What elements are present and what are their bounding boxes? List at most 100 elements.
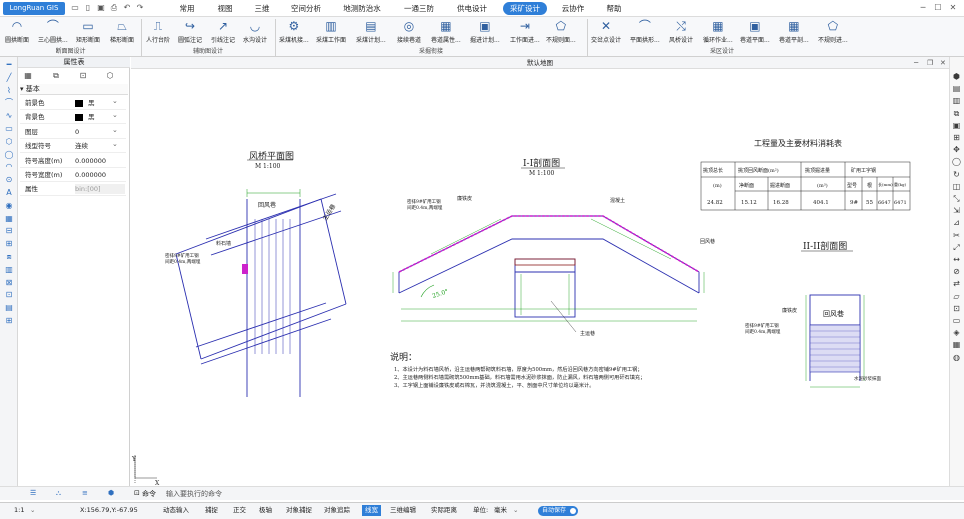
menu-item-9[interactable]: 帮助 [597, 2, 631, 15]
ribbon-button-irregular-face[interactable]: ⬠ 不规则面... [546, 19, 576, 47]
offset-icon[interactable]: ⧉ [951, 109, 962, 119]
ribbon-button-three-arc-section[interactable]: ⌒ 三心圆拱... [38, 19, 68, 47]
ribbon-button-face-progress[interactable]: ⇥ 工作面进... [510, 19, 540, 47]
status-toggle[interactable]: 动态输入 [163, 505, 189, 516]
tree-icon[interactable]: ⛬ [56, 489, 61, 498]
ribbon-button-cycle-work[interactable]: ▦ 循环作业... [703, 19, 733, 47]
text-tool-icon[interactable]: A [4, 188, 14, 197]
folder-icon[interactable]: ▭ [70, 3, 80, 13]
chevron-down-icon[interactable]: ⌄ [112, 111, 118, 119]
table-tool-icon[interactable]: ⧈ [4, 252, 14, 261]
stretch-icon[interactable]: ⤡ [951, 194, 962, 204]
mirror-icon[interactable]: ▥ [951, 96, 962, 106]
ribbon-button-junction-design[interactable]: ✕ 交岔点设计 [591, 19, 621, 47]
menu-item-5[interactable]: 一通三防 [397, 2, 441, 15]
status-toggle[interactable]: 极轴 [259, 505, 272, 516]
sphere-icon[interactable]: ◍ [951, 353, 962, 363]
property-row[interactable]: 图层 0 ⌄ [20, 125, 126, 139]
arc-tool-icon[interactable]: ⌒ [4, 98, 14, 107]
menu-item-4[interactable]: 地测防治水 [336, 2, 388, 15]
property-row[interactable]: 前景色 黑 ⌄ [20, 96, 126, 110]
grid-tool-icon[interactable]: ⊠ [4, 278, 14, 287]
spline-tool-icon[interactable]: ⌇ [4, 86, 14, 95]
chevron-down-icon[interactable]: ⌄ [112, 97, 118, 105]
property-row[interactable]: 线型符号 连续 ⌄ [20, 139, 126, 154]
status-toggle[interactable]: 正交 [233, 505, 246, 516]
property-value[interactable]: 0.000000 [75, 170, 106, 180]
block-tool-icon[interactable]: ⊟ [4, 226, 14, 235]
list-icon[interactable]: ☰ [30, 489, 36, 497]
fill-tool-icon[interactable]: ◉ [4, 201, 14, 210]
line-tool-icon[interactable]: ━ [4, 60, 14, 69]
grid-icon[interactable]: ▦ [951, 340, 962, 350]
property-value[interactable]: 黑 [75, 112, 95, 122]
redo-icon[interactable]: ↻ [951, 170, 962, 180]
ribbon-button-roadway-plan[interactable]: ▣ 巷道平面... [740, 19, 770, 47]
tab-minimize-icon[interactable]: ─ [914, 59, 918, 67]
ribbon-button-drive-plan[interactable]: ▣ 掘进计划... [470, 19, 500, 47]
ribbon-button-air-bridge[interactable]: ⤭ 风桥设计 [669, 19, 693, 47]
command-input[interactable]: 输入要执行的命令 [166, 489, 222, 499]
explode-icon[interactable]: ▭ [951, 316, 962, 326]
property-value[interactable]: 连续 [75, 141, 88, 151]
cut-icon[interactable]: ✂ [951, 231, 962, 241]
chevron-down-icon[interactable]: ⌄ [112, 126, 118, 134]
ribbon-button-leader-note[interactable]: ↗ 引线注记 [211, 19, 235, 47]
ribbon-button-roadway-attr[interactable]: ▦ 巷道属性... [431, 19, 461, 47]
rect-tool-icon[interactable]: ▭ [4, 124, 14, 133]
maximize-icon[interactable]: ☐ [933, 3, 943, 13]
delete-icon[interactable]: ⬢ [951, 72, 962, 82]
tag-icon[interactable]: ⬢ [108, 489, 114, 497]
print-icon[interactable]: ⎙ [109, 3, 119, 13]
chevron-down-icon[interactable]: ⌄ [513, 505, 518, 516]
close-icon[interactable]: ✕ [948, 3, 958, 13]
move-icon[interactable]: ⊞ [951, 133, 962, 143]
chevron-down-icon[interactable]: ⌄ [30, 505, 35, 516]
rotate-icon[interactable]: ◯ [951, 157, 962, 167]
status-toggle[interactable]: 捕捉 [205, 505, 218, 516]
hatch-tool-icon[interactable]: ▦ [4, 214, 14, 223]
status-toggle[interactable]: 线宽 [362, 505, 381, 516]
property-row[interactable]: 背景色 黑 ⌄ [20, 110, 126, 125]
ribbon-button-connect-roadway[interactable]: ◎ 接续巷道 [397, 19, 421, 47]
ribbon-button-coal-face[interactable]: ▥ 采煤工作面 [316, 19, 346, 47]
menu-item-3[interactable]: 空间分析 [284, 2, 328, 15]
redo-icon[interactable]: ↷ [135, 3, 145, 13]
scale-select[interactable]: 1:1 [14, 505, 24, 516]
polyline-tool-icon[interactable]: ╱ [4, 73, 14, 82]
grid-icon[interactable]: ▦ [22, 70, 34, 81]
ribbon-button-steps[interactable]: ⎍ 人行台阶 [146, 19, 170, 47]
unit-select[interactable]: 毫米 [494, 505, 507, 516]
ribbon-button-trapezoid-section[interactable]: ⏢ 梯形断面 [110, 19, 134, 47]
cube-icon[interactable]: ◈ [951, 328, 962, 338]
menu-item-8[interactable]: 云协作 [556, 2, 590, 15]
property-value[interactable]: 0.000000 [75, 156, 106, 166]
curve-tool-icon[interactable]: ∿ [4, 111, 14, 120]
menu-item-0[interactable]: 常用 [171, 2, 203, 15]
polygon-tool-icon[interactable]: ⬡ [4, 137, 14, 146]
property-value[interactable]: 黑 [75, 98, 95, 108]
array-icon[interactable]: ▣ [951, 121, 962, 131]
ellipse-tool-icon[interactable]: ◠ [4, 162, 14, 171]
legend-tool-icon[interactable]: ▤ [4, 303, 14, 312]
circle-tool-icon[interactable]: ◯ [4, 150, 14, 159]
status-toggle[interactable]: 对象追踪 [324, 505, 350, 516]
frame-tool-icon[interactable]: ⊡ [4, 290, 14, 299]
symbol-tool-icon[interactable]: ⊞ [4, 316, 14, 325]
scale-icon[interactable]: ◫ [951, 182, 962, 192]
menu-item-1[interactable]: 视图 [209, 2, 241, 15]
chevron-down-icon[interactable]: ⌄ [112, 140, 118, 148]
cube-icon[interactable]: ⬡ [104, 70, 116, 81]
insert-tool-icon[interactable]: ⊞ [4, 239, 14, 248]
status-toggle[interactable]: 对象捕捉 [286, 505, 312, 516]
undo-icon[interactable]: ↶ [122, 3, 132, 13]
chamfer-icon[interactable]: ▱ [951, 292, 962, 302]
pan-icon[interactable]: ✥ [951, 145, 962, 155]
property-row[interactable]: 符号高度(m) 0.000000 [20, 154, 126, 168]
property-row[interactable]: 符号宽度(m) 0.000000 [20, 168, 126, 182]
fillet-icon[interactable]: ⊡ [951, 304, 962, 314]
menu-item-6[interactable]: 供电设计 [450, 2, 494, 15]
ribbon-button-arc-note[interactable]: ↪ 圆弧注记 [178, 19, 202, 47]
section-basic[interactable]: ▾ 基本 [20, 84, 128, 95]
ribbon-button-arch-section[interactable]: ◠ 圆拱断面 [5, 19, 29, 47]
